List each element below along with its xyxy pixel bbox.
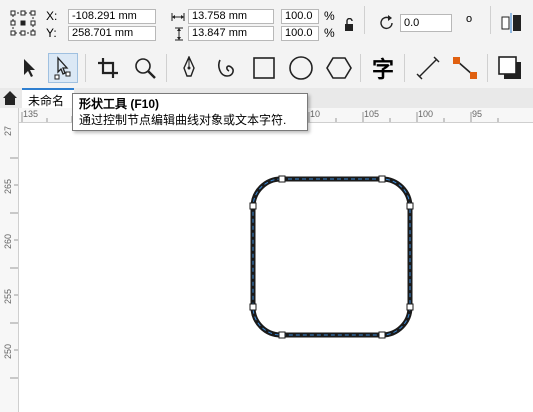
document-tab[interactable]: 未命名 xyxy=(22,88,74,108)
node-handle xyxy=(378,331,386,339)
scale-height-field[interactable]: 100.0 xyxy=(281,26,319,41)
ruler-tick-label: 260 xyxy=(3,233,13,249)
ruler-tick-label: 95 xyxy=(472,109,483,119)
x-label: X: xyxy=(46,9,58,23)
polygon-tool-icon[interactable] xyxy=(324,53,354,83)
ruler-tick-label: 255 xyxy=(3,288,13,304)
ruler-tick-label: 105 xyxy=(364,109,380,119)
artistic-media-icon[interactable] xyxy=(212,53,242,83)
toolbox: 字 xyxy=(0,48,533,89)
crop-tool-icon[interactable] xyxy=(93,53,123,83)
ruler-tick-label: 135 xyxy=(23,109,39,119)
pick-tool-icon[interactable] xyxy=(14,53,44,83)
tooltip-description: 通过控制节点编辑曲线对象或文本字符. xyxy=(79,113,287,127)
percent-label: % xyxy=(324,9,335,23)
text-tool-icon[interactable]: 字 xyxy=(368,53,398,83)
x-position-field[interactable]: -108.291 mm xyxy=(68,9,156,24)
degree-symbol: o xyxy=(466,13,473,25)
drop-shadow-icon[interactable] xyxy=(495,53,525,83)
node-handle xyxy=(406,303,414,311)
pen-tool-icon[interactable] xyxy=(174,53,204,83)
y-label: Y: xyxy=(46,26,57,40)
dimension-tool-icon[interactable] xyxy=(413,53,443,83)
text-tool-glyph: 字 xyxy=(371,57,394,82)
ruler-tick-label: 10 xyxy=(310,109,321,119)
object-origin-icon[interactable] xyxy=(10,10,36,36)
width-icon xyxy=(171,11,185,21)
y-position-field[interactable]: 258.701 mm xyxy=(68,26,156,41)
height-field[interactable]: 13.847 mm xyxy=(188,26,274,41)
shape-tool-tooltip: 形状工具 (F10) 通过控制节点编辑曲线对象或文本字符. xyxy=(72,93,308,131)
node-handle xyxy=(249,202,257,210)
lock-ratio-icon[interactable] xyxy=(343,17,355,32)
ruler-tick-label: 27 xyxy=(3,125,13,136)
drawing-canvas[interactable] xyxy=(19,123,533,412)
document-tab-label: 未命名 xyxy=(28,94,65,108)
height-icon xyxy=(174,27,184,41)
rotation-angle-field[interactable]: 0.0 xyxy=(400,14,452,32)
home-icon[interactable] xyxy=(2,90,18,106)
node-handle xyxy=(278,175,286,183)
mirror-icon[interactable] xyxy=(500,12,524,34)
vertical-ruler: 27 265 260 255 250 xyxy=(0,108,19,412)
node-handle xyxy=(249,303,257,311)
tooltip-title: 形状工具 (F10) xyxy=(79,97,160,111)
ruler-tick-label: 265 xyxy=(3,178,13,194)
percent-label: % xyxy=(324,26,335,40)
rounded-rectangle-object[interactable] xyxy=(19,123,533,412)
shape-tool-icon[interactable] xyxy=(48,53,78,83)
width-field[interactable]: 13.758 mm xyxy=(188,9,274,24)
node-handle xyxy=(278,331,286,339)
ruler-tick-label: 250 xyxy=(3,343,13,359)
rotate-icon xyxy=(378,14,396,32)
property-bar: X: Y: -108.291 mm 258.701 mm 13.758 mm 1… xyxy=(0,0,533,49)
connector-tool-icon[interactable] xyxy=(450,53,480,83)
ruler-tick-label: 100 xyxy=(418,109,434,119)
rectangle-tool-icon[interactable] xyxy=(249,53,279,83)
zoom-tool-icon[interactable] xyxy=(130,53,160,83)
node-handle xyxy=(406,202,414,210)
scale-width-field[interactable]: 100.0 xyxy=(281,9,319,24)
node-handle xyxy=(378,175,386,183)
ellipse-tool-icon[interactable] xyxy=(286,53,316,83)
